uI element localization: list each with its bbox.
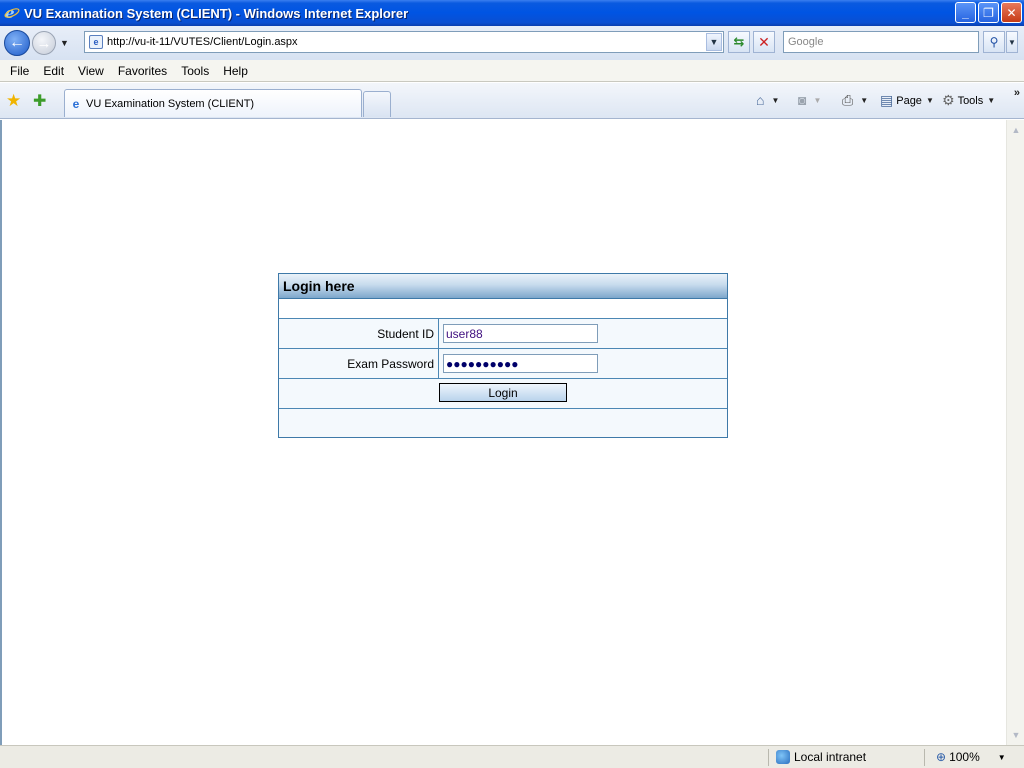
menu-favorites[interactable]: Favorites [111,64,174,78]
zoom-icon: ⊕ [936,750,947,764]
minimize-button[interactable]: _ [955,2,976,23]
menu-view[interactable]: View [71,64,111,78]
stop-button[interactable]: ✕ [753,31,775,53]
address-bar[interactable]: e http://vu-it-11/VUTES/Client/Login.asp… [84,31,724,53]
login-button-row: Login [279,379,727,409]
zone-label: Local intranet [794,750,867,764]
chevron-more-icon[interactable]: » [1014,87,1020,99]
zoom-dropdown-icon[interactable]: ▼ [998,753,1006,762]
zoom-level: 100% [949,750,980,764]
home-button[interactable]: ⌂ ▼ [756,92,779,108]
spacer-row-bottom [279,409,727,437]
menu-help[interactable]: Help [216,64,255,78]
back-button[interactable]: ← [4,30,30,56]
vertical-scrollbar[interactable]: ▲ ▼ [1006,120,1024,745]
password-input[interactable]: ●●●●●●●●●● [443,354,598,373]
star-icon[interactable]: ★ [6,91,21,111]
password-row: Exam Password ●●●●●●●●●● [279,349,727,379]
refresh-button[interactable]: ⇆ [728,31,750,53]
feeds-button[interactable]: ◙ ▼ [798,92,821,108]
ie-logo-icon: e [4,4,20,22]
address-dropdown-button[interactable]: ▼ [706,33,722,51]
new-tab-button[interactable] [363,91,391,117]
search-button[interactable]: ⚲ [983,31,1005,53]
login-header: Login here [279,274,727,299]
recent-pages-dropdown[interactable]: ▼ [60,38,69,48]
back-arrow-icon: ← [9,34,25,51]
forward-button[interactable]: → [32,31,56,55]
page-icon: ▤ [880,92,894,108]
tab-label: VU Examination System (CLIENT) [86,97,255,110]
zoom-control[interactable]: ⊕ 100% ▼ [936,750,1006,764]
intranet-icon [776,750,790,764]
tab-vu-examination[interactable]: e VU Examination System (CLIENT) [64,89,362,117]
restore-button[interactable]: ❐ [978,2,999,23]
window-titlebar[interactable]: e VU Examination System (CLIENT) - Windo… [0,0,1024,26]
login-panel: Login here Student ID user88 Exam Passwo… [278,273,728,438]
student-id-label: Student ID [279,319,439,348]
tab-bar: ★ ✚ e VU Examination System (CLIENT) ⌂ ▼ … [0,83,1024,119]
scroll-up-icon[interactable]: ▲ [1008,122,1024,138]
close-button[interactable]: ✕ [1001,2,1022,23]
feeds-icon: ◙ [798,92,807,108]
tools-menu-label: Tools [957,94,984,107]
address-toolbar: ← → ▼ e http://vu-it-11/VUTES/Client/Log… [0,26,1024,60]
student-id-row: Student ID user88 [279,319,727,349]
tools-menu-button[interactable]: ⚙ Tools ▼ [942,92,995,109]
stop-icon: ✕ [758,33,770,50]
security-zone[interactable]: Local intranet [776,750,866,764]
home-icon: ⌂ [756,92,765,108]
search-options-dropdown[interactable]: ▼ [1006,31,1018,53]
status-bar: Local intranet ⊕ 100% ▼ [0,745,1024,768]
print-button[interactable]: ⎙ ▼ [842,92,868,109]
password-label: Exam Password [279,349,439,378]
menu-tools[interactable]: Tools [174,64,216,78]
search-input[interactable]: Google [783,31,979,53]
menu-file[interactable]: File [3,64,36,78]
menu-edit[interactable]: Edit [36,64,71,78]
window-title: VU Examination System (CLIENT) - Windows… [24,5,409,21]
address-url[interactable]: http://vu-it-11/VUTES/Client/Login.aspx [107,36,706,48]
page-menu-label: Page [896,94,922,107]
gear-icon: ⚙ [942,92,955,108]
search-icon: ⚲ [989,35,999,49]
add-favorite-icon[interactable]: ✚ [33,91,46,111]
spacer-row [279,299,727,319]
scroll-down-icon[interactable]: ▼ [1008,727,1024,743]
tab-favicon-icon: e [72,96,80,111]
forward-arrow-icon: → [36,34,52,52]
menu-bar: File Edit View Favorites Tools Help [0,60,1024,82]
printer-icon: ⎙ [842,92,854,108]
student-id-input[interactable]: user88 [443,324,598,343]
page-menu-button[interactable]: ▤ Page ▼ [880,92,934,109]
page-favicon-icon: e [89,35,103,49]
refresh-icon: ⇆ [733,34,745,49]
login-button[interactable]: Login [439,383,567,402]
